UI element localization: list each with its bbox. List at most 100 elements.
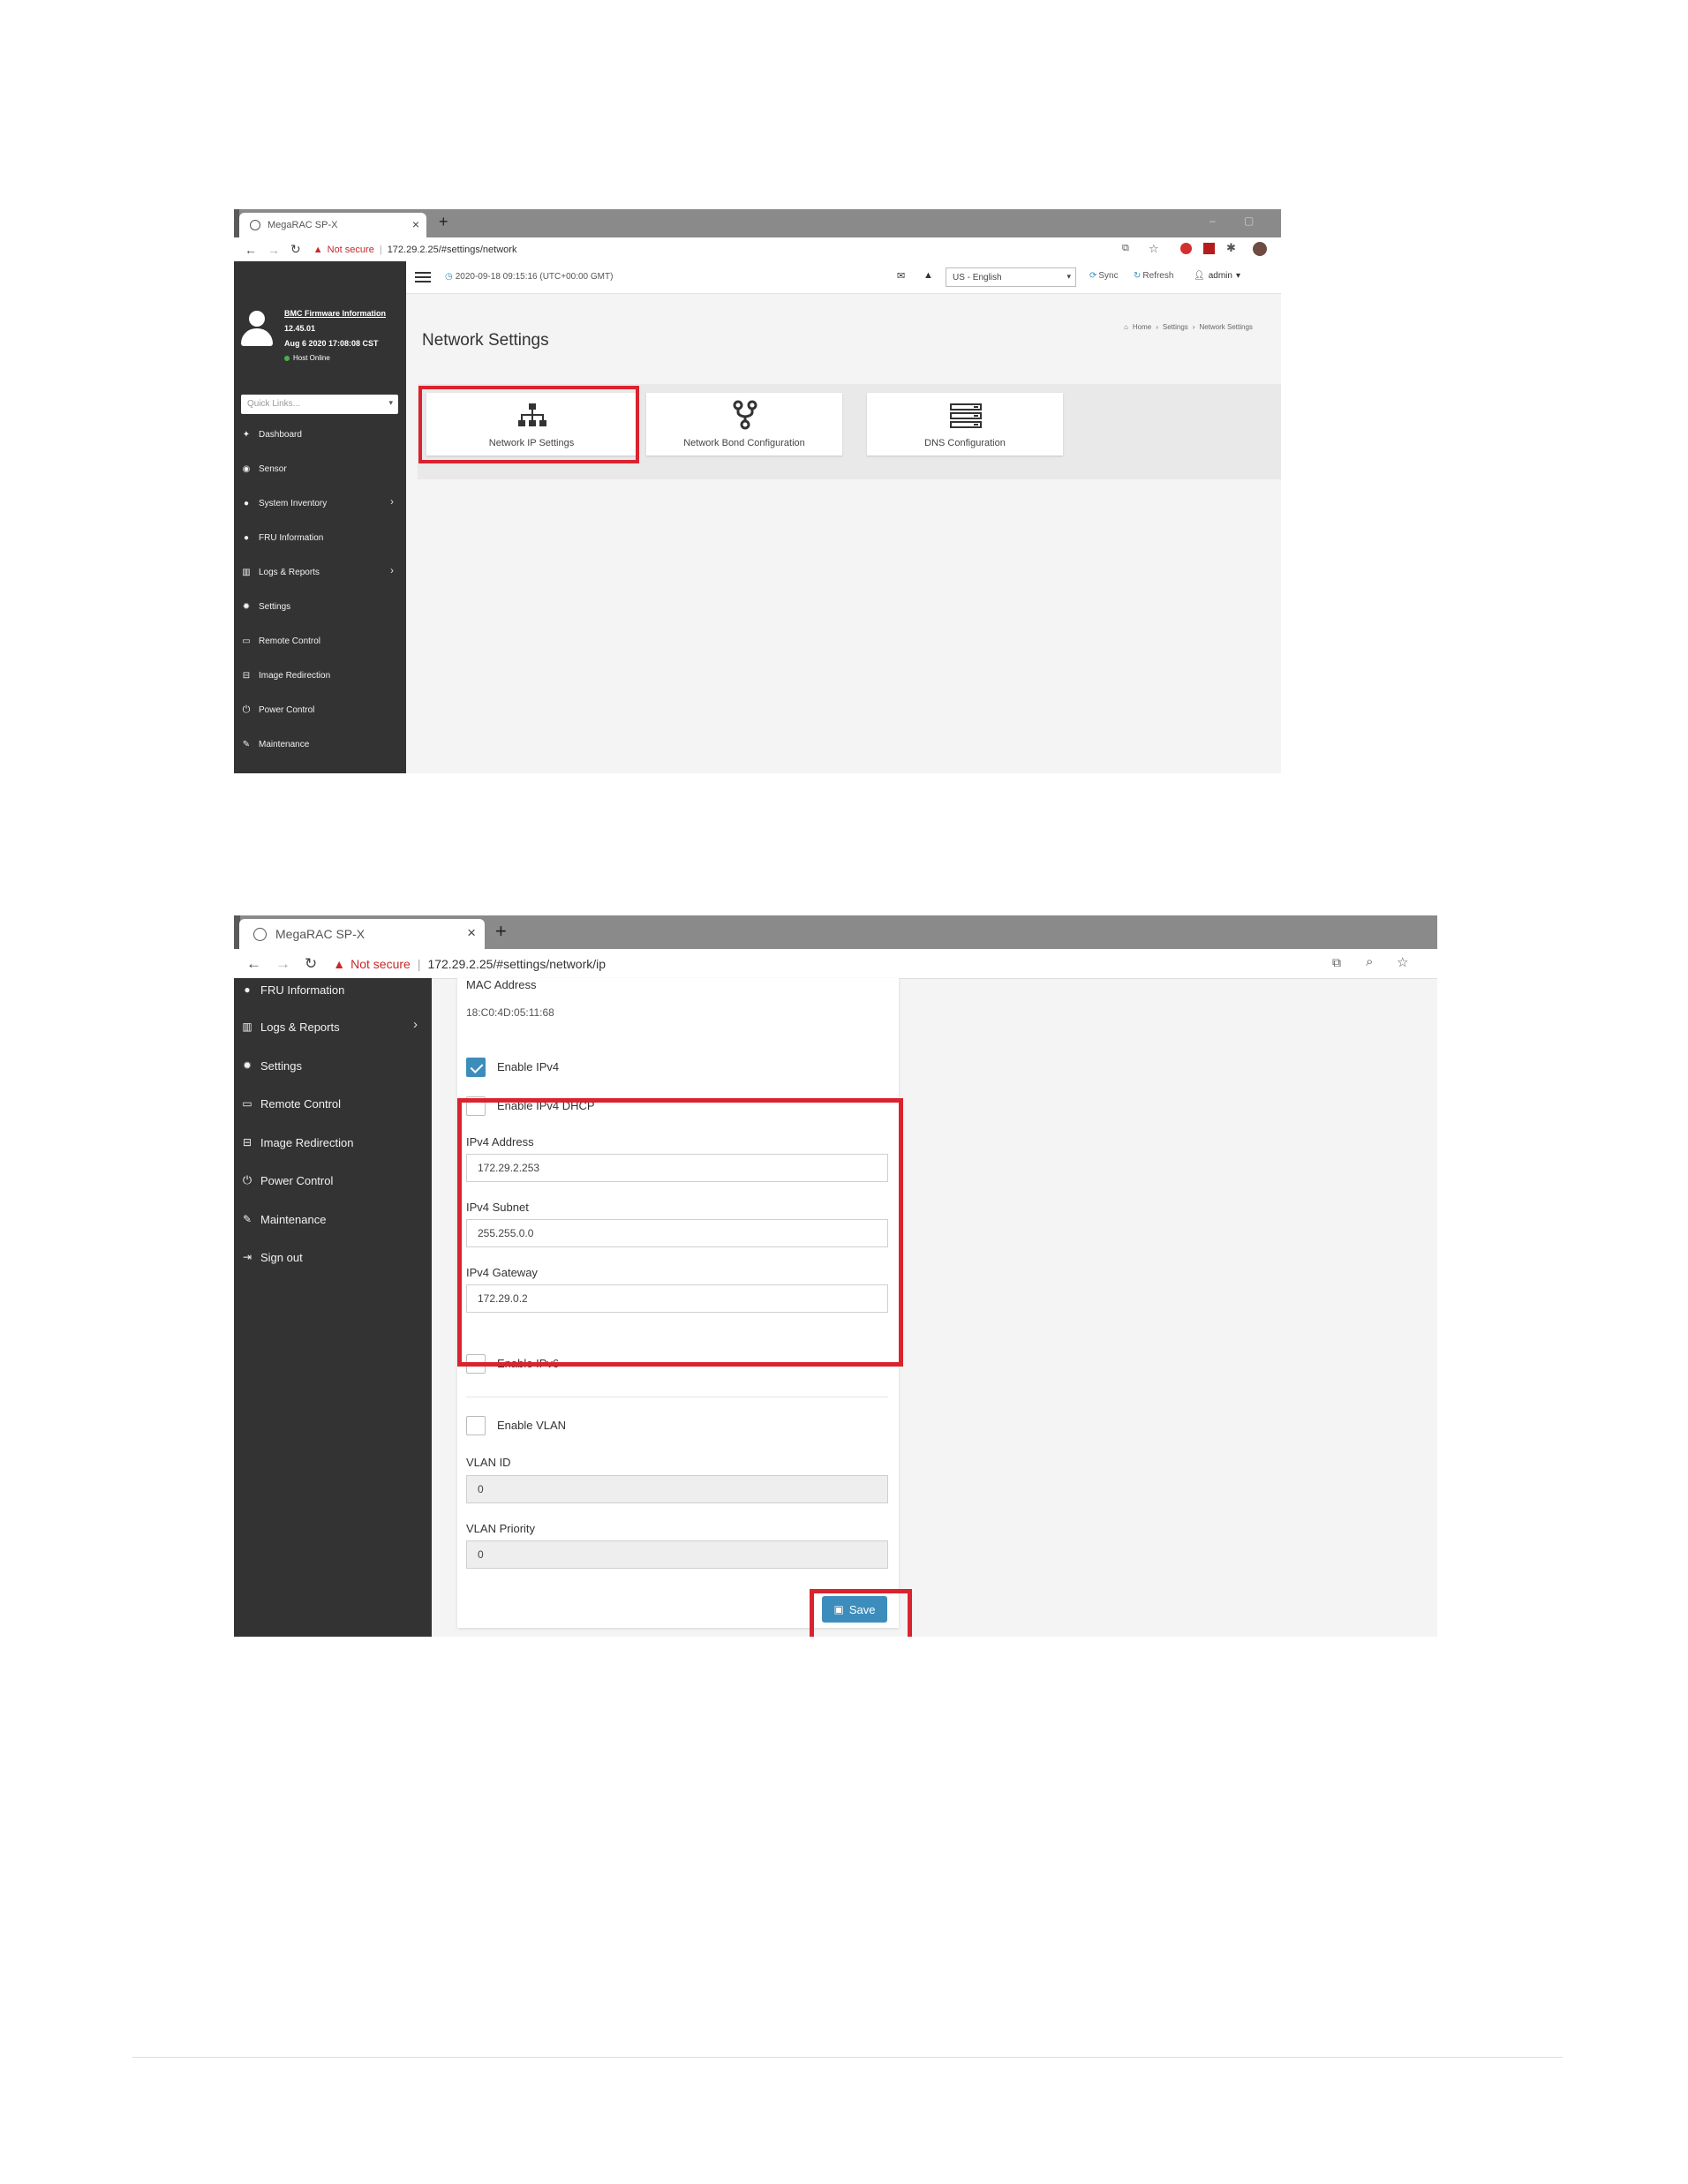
sidebar-item-label: Logs & Reports [259,567,320,577]
pdf-icon[interactable] [1203,243,1215,254]
screenshot-network-settings: MegaRAC SP-X × + – ▢ ← → ↻ ▲ Not secure … [234,209,1281,773]
star-icon[interactable]: ☆ [1397,954,1408,970]
tab-close-icon[interactable]: × [412,217,419,231]
highlight-box-ipv4-settings [457,1098,903,1367]
sign-out-icon: ⇥ [242,1251,252,1263]
sidebar-item-label: Settings [260,1058,302,1073]
sidebar-item-label: Power Control [259,704,315,715]
sync-button[interactable]: ⟳ Sync [1089,271,1119,281]
dashboard-icon: ✦ [242,429,251,440]
breadcrumb-separator: › [1156,323,1158,331]
translate-icon[interactable]: ⧉ [1122,243,1129,254]
sidebar-item-system-inventory[interactable]: ● System Inventory › [234,493,406,514]
sidebar-item-dashboard[interactable]: ✦ Dashboard [234,424,406,445]
sidebar-item-label: Image Redirection [259,670,331,681]
chart-icon: ▥ [242,1020,252,1033]
sidebar-item-settings[interactable]: ✹ Settings [234,1054,432,1077]
star-icon[interactable]: ☆ [1149,242,1159,256]
sidebar-item-maintenance[interactable]: ✎ Maintenance [234,1208,432,1231]
breadcrumb-settings[interactable]: Settings [1163,323,1188,331]
user-avatar-icon [241,311,273,346]
sidebar-item-label: System Inventory [259,498,328,508]
sidebar-item-fru-information[interactable]: ● FRU Information [234,978,432,1001]
info-icon: ● [244,983,251,996]
url-text[interactable]: 172.29.2.25/#settings/network/ip [427,957,606,971]
network-bond-configuration-card[interactable]: Network Bond Configuration [646,393,842,456]
mac-address-label: MAC Address [466,978,537,991]
url-text[interactable]: 172.29.2.25/#settings/network [388,245,517,255]
home-icon: ⌂ [1124,323,1128,331]
sidebar: BMC Firmware Information 12.45.01 Aug 6 … [234,261,406,773]
mail-icon[interactable]: ✉ [897,270,905,282]
breadcrumb-home[interactable]: Home [1133,323,1151,331]
firmware-info-link[interactable]: BMC Firmware Information [284,309,386,318]
quick-links-placeholder: Quick Links... [247,399,301,409]
sidebar-item-label: Remote Control [259,636,321,646]
sidebar-item-sign-out[interactable]: ⇥ Sign out [234,1246,432,1269]
opera-icon[interactable] [1180,243,1192,254]
sidebar-item-image-redirection[interactable]: ⊟ Image Redirection [234,665,406,686]
sidebar-item-power-control[interactable]: ⏻ Power Control [234,699,406,720]
address-separator: | [417,956,421,971]
status-dot-icon [284,355,290,361]
not-secure-label[interactable]: Not secure [350,957,411,971]
tab-close-icon[interactable]: × [467,924,476,942]
sidebar-item-image-redirection[interactable]: ⊟ Image Redirection [234,1131,432,1154]
profile-avatar[interactable] [1253,242,1267,256]
enable-ipv4-checkbox[interactable] [466,1058,486,1077]
sidebar-item-label: Sign out [260,1250,303,1264]
user-menu[interactable]: 👤︎ admin ▾ [1194,271,1240,281]
sidebar-item-maintenance[interactable]: ✎ Maintenance [234,734,406,755]
breadcrumb-current: Network Settings [1199,323,1253,331]
caret-down-icon: ▾ [1235,271,1240,281]
sidebar-item-label: FRU Information [259,532,324,543]
reload-icon[interactable]: ↻ [305,955,317,973]
sidebar-item-settings[interactable]: ✹ Settings [234,596,406,617]
browser-tab[interactable]: MegaRAC SP-X × [239,213,426,237]
address-separator: | [379,244,382,255]
sidebar-item-power-control[interactable]: ⏻ Power Control [234,1169,432,1192]
forward-arrow-icon[interactable]: → [275,955,290,973]
mac-address-value: 18:C0:4D:05:11:68 [466,1006,554,1019]
alert-icon[interactable]: ▲ [923,270,933,281]
card-label: Network Bond Configuration [683,438,805,448]
vlan-id-input[interactable]: 0 [466,1475,888,1503]
not-secure-label[interactable]: Not secure [328,245,374,255]
browser-tab-strip: MegaRAC SP-X × + [234,915,1437,949]
enable-vlan-checkbox[interactable] [466,1416,486,1435]
quick-links-select[interactable]: Quick Links... ▾ [241,395,398,414]
vlan-id-label: VLAN ID [466,1456,511,1469]
new-tab-button[interactable]: + [439,213,448,231]
sidebar-item-sensor[interactable]: ◉ Sensor [234,458,406,479]
browser-tab[interactable]: MegaRAC SP-X × [239,919,485,949]
translate-icon[interactable]: ⧉ [1332,955,1341,970]
power-icon: ⏻ [242,1173,252,1186]
sidebar-item-remote-control[interactable]: ▭ Remote Control [234,1092,432,1115]
forward-arrow-icon[interactable]: → [268,243,280,257]
sidebar-item-logs-reports[interactable]: ▥ Logs & Reports › [234,1015,432,1038]
chevron-right-icon: › [390,495,394,508]
sidebar-item-logs-reports[interactable]: ▥ Logs & Reports › [234,561,406,583]
drive-icon: ⊟ [242,670,251,681]
zoom-icon[interactable]: ⌕ [1366,954,1373,969]
enable-vlan-label: Enable VLAN [497,1419,567,1432]
reload-icon[interactable]: ↻ [290,242,301,257]
hamburger-menu-icon[interactable] [415,272,431,282]
page-footer-divider [132,2057,1563,2058]
new-tab-button[interactable]: + [495,920,507,943]
back-arrow-icon[interactable]: ← [245,243,257,257]
vlan-priority-input[interactable]: 0 [466,1540,888,1569]
sidebar-item-label: Maintenance [260,1212,327,1226]
sidebar-item-label: Logs & Reports [260,1020,340,1034]
sidebar-item-remote-control[interactable]: ▭ Remote Control [234,630,406,651]
language-select[interactable]: US - English ▾ [946,267,1076,287]
maximize-icon[interactable]: ▢ [1244,215,1254,227]
puzzle-icon[interactable]: ✱ [1226,241,1236,255]
address-bar: ← → ↻ ▲ Not secure | 172.29.2.25/#settin… [234,949,1437,979]
sidebar-item-label: Dashboard [259,429,302,440]
sidebar-item-fru-information[interactable]: ● FRU Information [234,527,406,548]
back-arrow-icon[interactable]: ← [246,955,261,973]
minimize-icon[interactable]: – [1209,215,1216,227]
refresh-button[interactable]: ↻ Refresh [1134,271,1173,281]
dns-configuration-card[interactable]: DNS Configuration [867,393,1063,456]
